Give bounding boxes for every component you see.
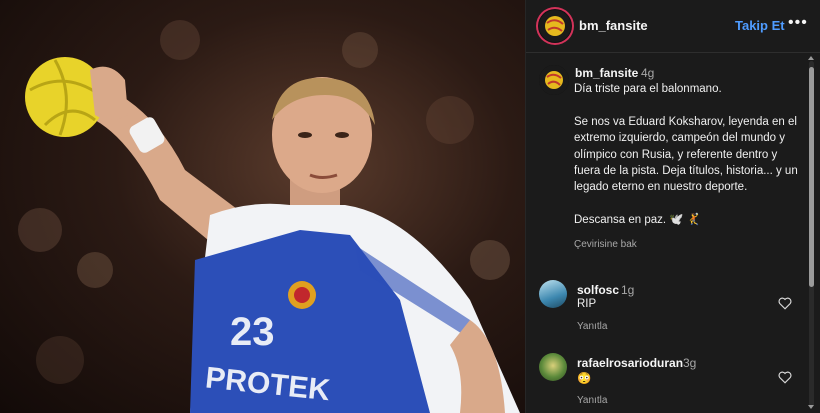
comments-scrollbar[interactable]: [804, 53, 818, 413]
scrollbar-thumb[interactable]: [809, 67, 814, 287]
header-username[interactable]: bm_fansite: [579, 18, 648, 33]
comment-reply-button[interactable]: Yanıtla: [577, 395, 607, 406]
jersey-number: 23: [230, 310, 275, 354]
follow-button[interactable]: Takip Et: [735, 18, 785, 33]
handball-logo-icon: [539, 10, 571, 42]
comment-username[interactable]: rafaelrosarioduran: [577, 356, 683, 370]
comment-reply-button[interactable]: Yanıtla: [577, 321, 607, 332]
caption-time: 4g: [641, 66, 655, 80]
handball-logo-icon: [539, 65, 569, 95]
comment-time: 3g: [683, 356, 697, 370]
header-avatar[interactable]: [538, 9, 572, 43]
scroll-up-icon[interactable]: [808, 56, 814, 60]
more-options-icon[interactable]: •••: [788, 14, 808, 32]
scroll-down-icon[interactable]: [808, 405, 814, 409]
post-header: bm_fansite Takip Et •••: [526, 0, 820, 53]
post-photo: 23 PROTEK: [0, 0, 525, 413]
comment-username[interactable]: solfosc: [577, 283, 619, 297]
handball-player-illustration: 23 PROTEK: [18, 20, 520, 413]
caption-text: Día triste para el balonmano. Se nos va …: [574, 83, 798, 227]
translate-link[interactable]: Çevirisine bak: [574, 239, 637, 250]
caption-avatar[interactable]: [539, 65, 569, 95]
comment-avatar[interactable]: [539, 280, 567, 308]
heart-icon[interactable]: [778, 371, 792, 384]
heart-icon[interactable]: [778, 297, 792, 310]
caption-username[interactable]: bm_fansite: [575, 66, 638, 80]
comment-avatar[interactable]: [539, 353, 567, 381]
comment-time: 1g: [621, 283, 635, 297]
comment-text: RIP: [577, 298, 597, 310]
comment-text: 😳: [577, 373, 592, 385]
